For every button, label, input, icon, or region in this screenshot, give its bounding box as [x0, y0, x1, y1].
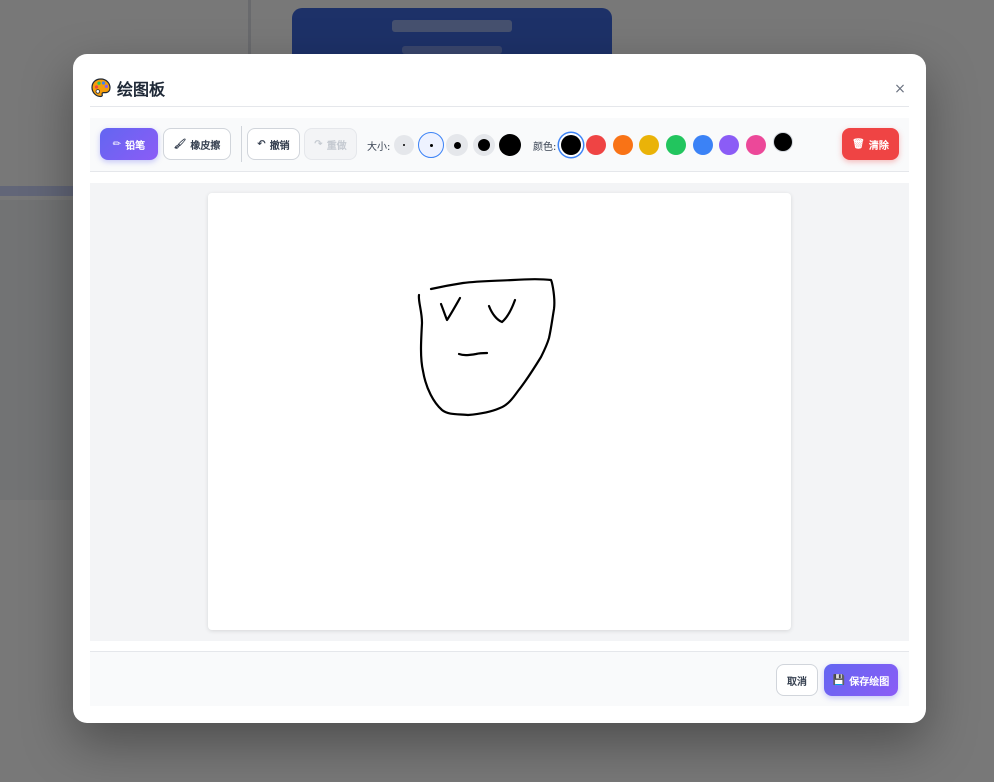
color-swatch-purple[interactable] [719, 135, 739, 155]
palette-icon [91, 78, 111, 98]
color-swatch-blue[interactable] [693, 135, 713, 155]
brush-size-option[interactable] [498, 133, 522, 157]
drawing-toolbar: ✏ 铅笔 🖌 橡皮擦 ↶ 撤销 ↷ 重做 大小: 颜色: 🗑 清除 [90, 118, 909, 172]
brush-size-dot-icon [478, 139, 490, 151]
color-swatch-green[interactable] [666, 135, 686, 155]
left-eye-stroke [439, 296, 462, 322]
color-swatch-black[interactable] [561, 135, 581, 155]
brush-size-option[interactable] [473, 134, 495, 156]
pencil-icon: ✏ [112, 138, 122, 150]
drawing-canvas[interactable] [208, 193, 791, 630]
drawing-strokes [417, 278, 556, 417]
eraser-button[interactable]: 🖌 橡皮擦 [163, 128, 231, 160]
pencil-button[interactable]: ✏ 铅笔 [100, 128, 158, 160]
brush-size-dot-icon [499, 134, 521, 156]
redo-label: 重做 [326, 140, 347, 152]
brush-size-option-selected[interactable] [418, 132, 444, 158]
brush-size-dot-icon [453, 141, 461, 149]
color-swatch-yellow[interactable] [639, 135, 659, 155]
modal-footer: 取消 💾 保存绘图 [90, 651, 909, 706]
modal-title: 绘图板 [117, 80, 166, 99]
brush-size-option[interactable] [394, 135, 414, 155]
save-icon: 💾 [832, 674, 846, 686]
clear-label: 清除 [868, 140, 889, 152]
eraser-icon: 🖌 [173, 138, 187, 150]
redo-icon: ↷ [314, 138, 323, 150]
brush-size-dot-icon [429, 143, 433, 147]
toolbar-divider [241, 126, 242, 162]
save-drawing-button[interactable]: 💾 保存绘图 [824, 664, 898, 696]
modal-header: 绘图板 × [90, 54, 909, 107]
custom-color-picker[interactable] [773, 132, 793, 152]
cancel-label: 取消 [787, 676, 807, 688]
cancel-button[interactable]: 取消 [776, 664, 818, 696]
undo-icon: ↶ [257, 138, 266, 150]
color-swatch-pink[interactable] [746, 135, 766, 155]
mouth-stroke [457, 351, 489, 357]
redo-button[interactable]: ↷ 重做 [304, 128, 357, 160]
eraser-label: 橡皮擦 [190, 140, 221, 152]
brush-size-dot-icon [403, 144, 405, 146]
canvas-area [90, 183, 909, 641]
face-outline-stroke [417, 278, 556, 417]
undo-label: 撤销 [269, 140, 290, 152]
color-swatch-orange[interactable] [613, 135, 633, 155]
brush-size-label: 大小: [367, 142, 391, 153]
clear-button[interactable]: 🗑 清除 [842, 128, 899, 160]
color-swatch-red[interactable] [586, 135, 606, 155]
color-label: 颜色: [533, 142, 557, 153]
right-eye-stroke [487, 298, 517, 324]
drawing-board-modal: 绘图板 × ✏ 铅笔 🖌 橡皮擦 ↶ 撤销 ↷ 重做 大小: 颜色: 🗑 清除 … [73, 54, 926, 723]
undo-button[interactable]: ↶ 撤销 [247, 128, 300, 160]
save-drawing-label: 保存绘图 [849, 676, 890, 688]
pencil-label: 铅笔 [125, 140, 146, 152]
trash-icon: 🗑 [852, 138, 865, 150]
brush-size-option[interactable] [446, 134, 468, 156]
close-icon[interactable]: × [891, 80, 909, 98]
